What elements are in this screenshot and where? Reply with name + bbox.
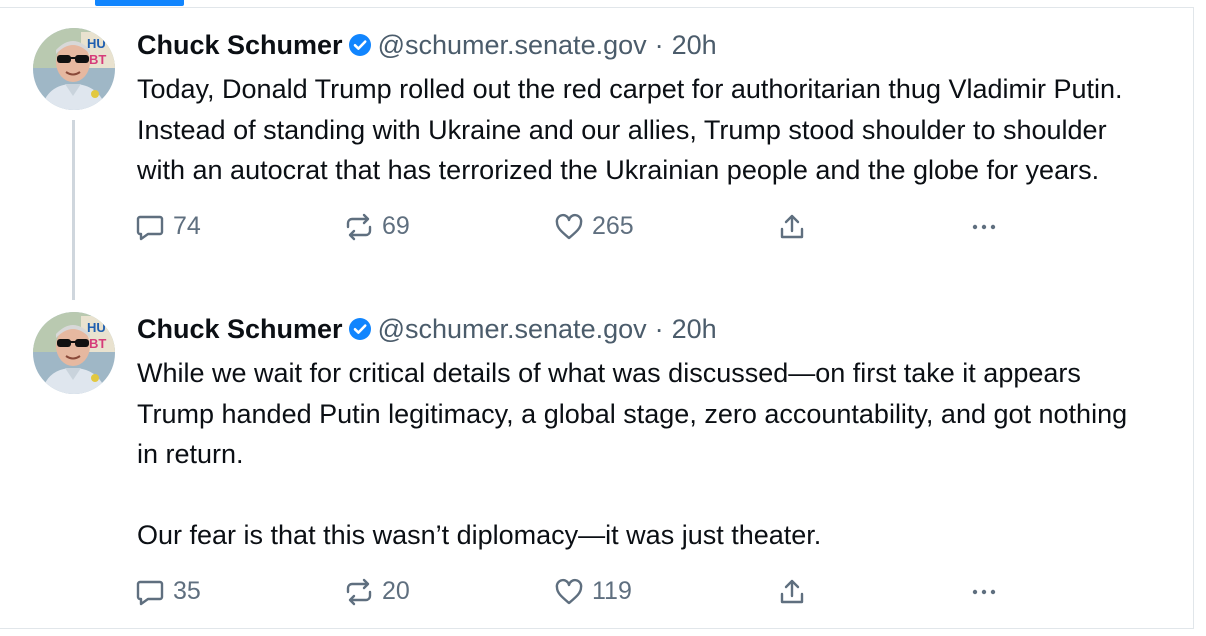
author-name[interactable]: Chuck Schumer	[137, 30, 343, 61]
speech-bubble-icon	[135, 577, 165, 607]
post-paragraph: Our fear is that this wasn’t diplomacy—i…	[137, 520, 822, 550]
post-paragraph: Today, Donald Trump rolled out the red c…	[137, 74, 1123, 185]
active-tab-indicator	[95, 0, 184, 6]
thread-connector-line	[72, 120, 75, 300]
svg-text:BT: BT	[89, 336, 106, 351]
repost-count: 20	[382, 577, 410, 605]
repost-arrows-icon	[344, 577, 374, 607]
verified-badge-icon	[348, 33, 372, 57]
author-name[interactable]: Chuck Schumer	[137, 314, 343, 345]
separator-dot: ·	[654, 313, 664, 344]
post-actions: 74 69 265	[135, 209, 1147, 245]
repost-arrows-icon	[344, 212, 374, 242]
heart-icon	[554, 577, 584, 607]
repost-count: 69	[382, 212, 410, 240]
author-handle[interactable]: @schumer.senate.gov	[378, 30, 647, 61]
reply-count: 35	[173, 577, 201, 605]
more-options-button[interactable]	[969, 574, 999, 610]
reply-count: 74	[173, 212, 201, 240]
avatar[interactable]: HU BT	[33, 312, 115, 394]
share-upload-icon	[777, 212, 807, 242]
svg-text:BT: BT	[89, 52, 106, 67]
post-header: Chuck Schumer @schumer.senate.gov · 20h	[137, 28, 1147, 62]
more-dots-icon	[969, 577, 999, 607]
post-text: While we wait for critical details of wh…	[137, 353, 1147, 556]
more-options-button[interactable]	[969, 209, 999, 245]
post-paragraph: While we wait for critical details of wh…	[137, 358, 1128, 469]
share-upload-icon	[777, 577, 807, 607]
post-text: Today, Donald Trump rolled out the red c…	[137, 69, 1147, 191]
like-count: 119	[592, 577, 632, 605]
separator-dot: ·	[654, 29, 664, 60]
speech-bubble-icon	[135, 212, 165, 242]
like-button[interactable]: 119	[554, 574, 632, 610]
more-dots-icon	[969, 212, 999, 242]
post-actions: 35 20 119	[135, 574, 1147, 610]
repost-button[interactable]: 20	[344, 574, 410, 610]
like-count: 265	[592, 212, 634, 240]
post-timestamp[interactable]: 20h	[672, 30, 717, 61]
verified-badge-icon	[348, 317, 372, 341]
post-header: Chuck Schumer @schumer.senate.gov · 20h	[137, 312, 1147, 346]
reply-button[interactable]: 35	[135, 574, 201, 610]
share-button[interactable]	[777, 574, 807, 610]
repost-button[interactable]: 69	[344, 209, 410, 245]
like-button[interactable]: 265	[554, 209, 634, 245]
heart-icon	[554, 212, 584, 242]
post-timestamp[interactable]: 20h	[672, 314, 717, 345]
share-button[interactable]	[777, 209, 807, 245]
author-handle[interactable]: @schumer.senate.gov	[378, 314, 647, 345]
avatar[interactable]: HU BT	[33, 28, 115, 110]
reply-button[interactable]: 74	[135, 209, 201, 245]
